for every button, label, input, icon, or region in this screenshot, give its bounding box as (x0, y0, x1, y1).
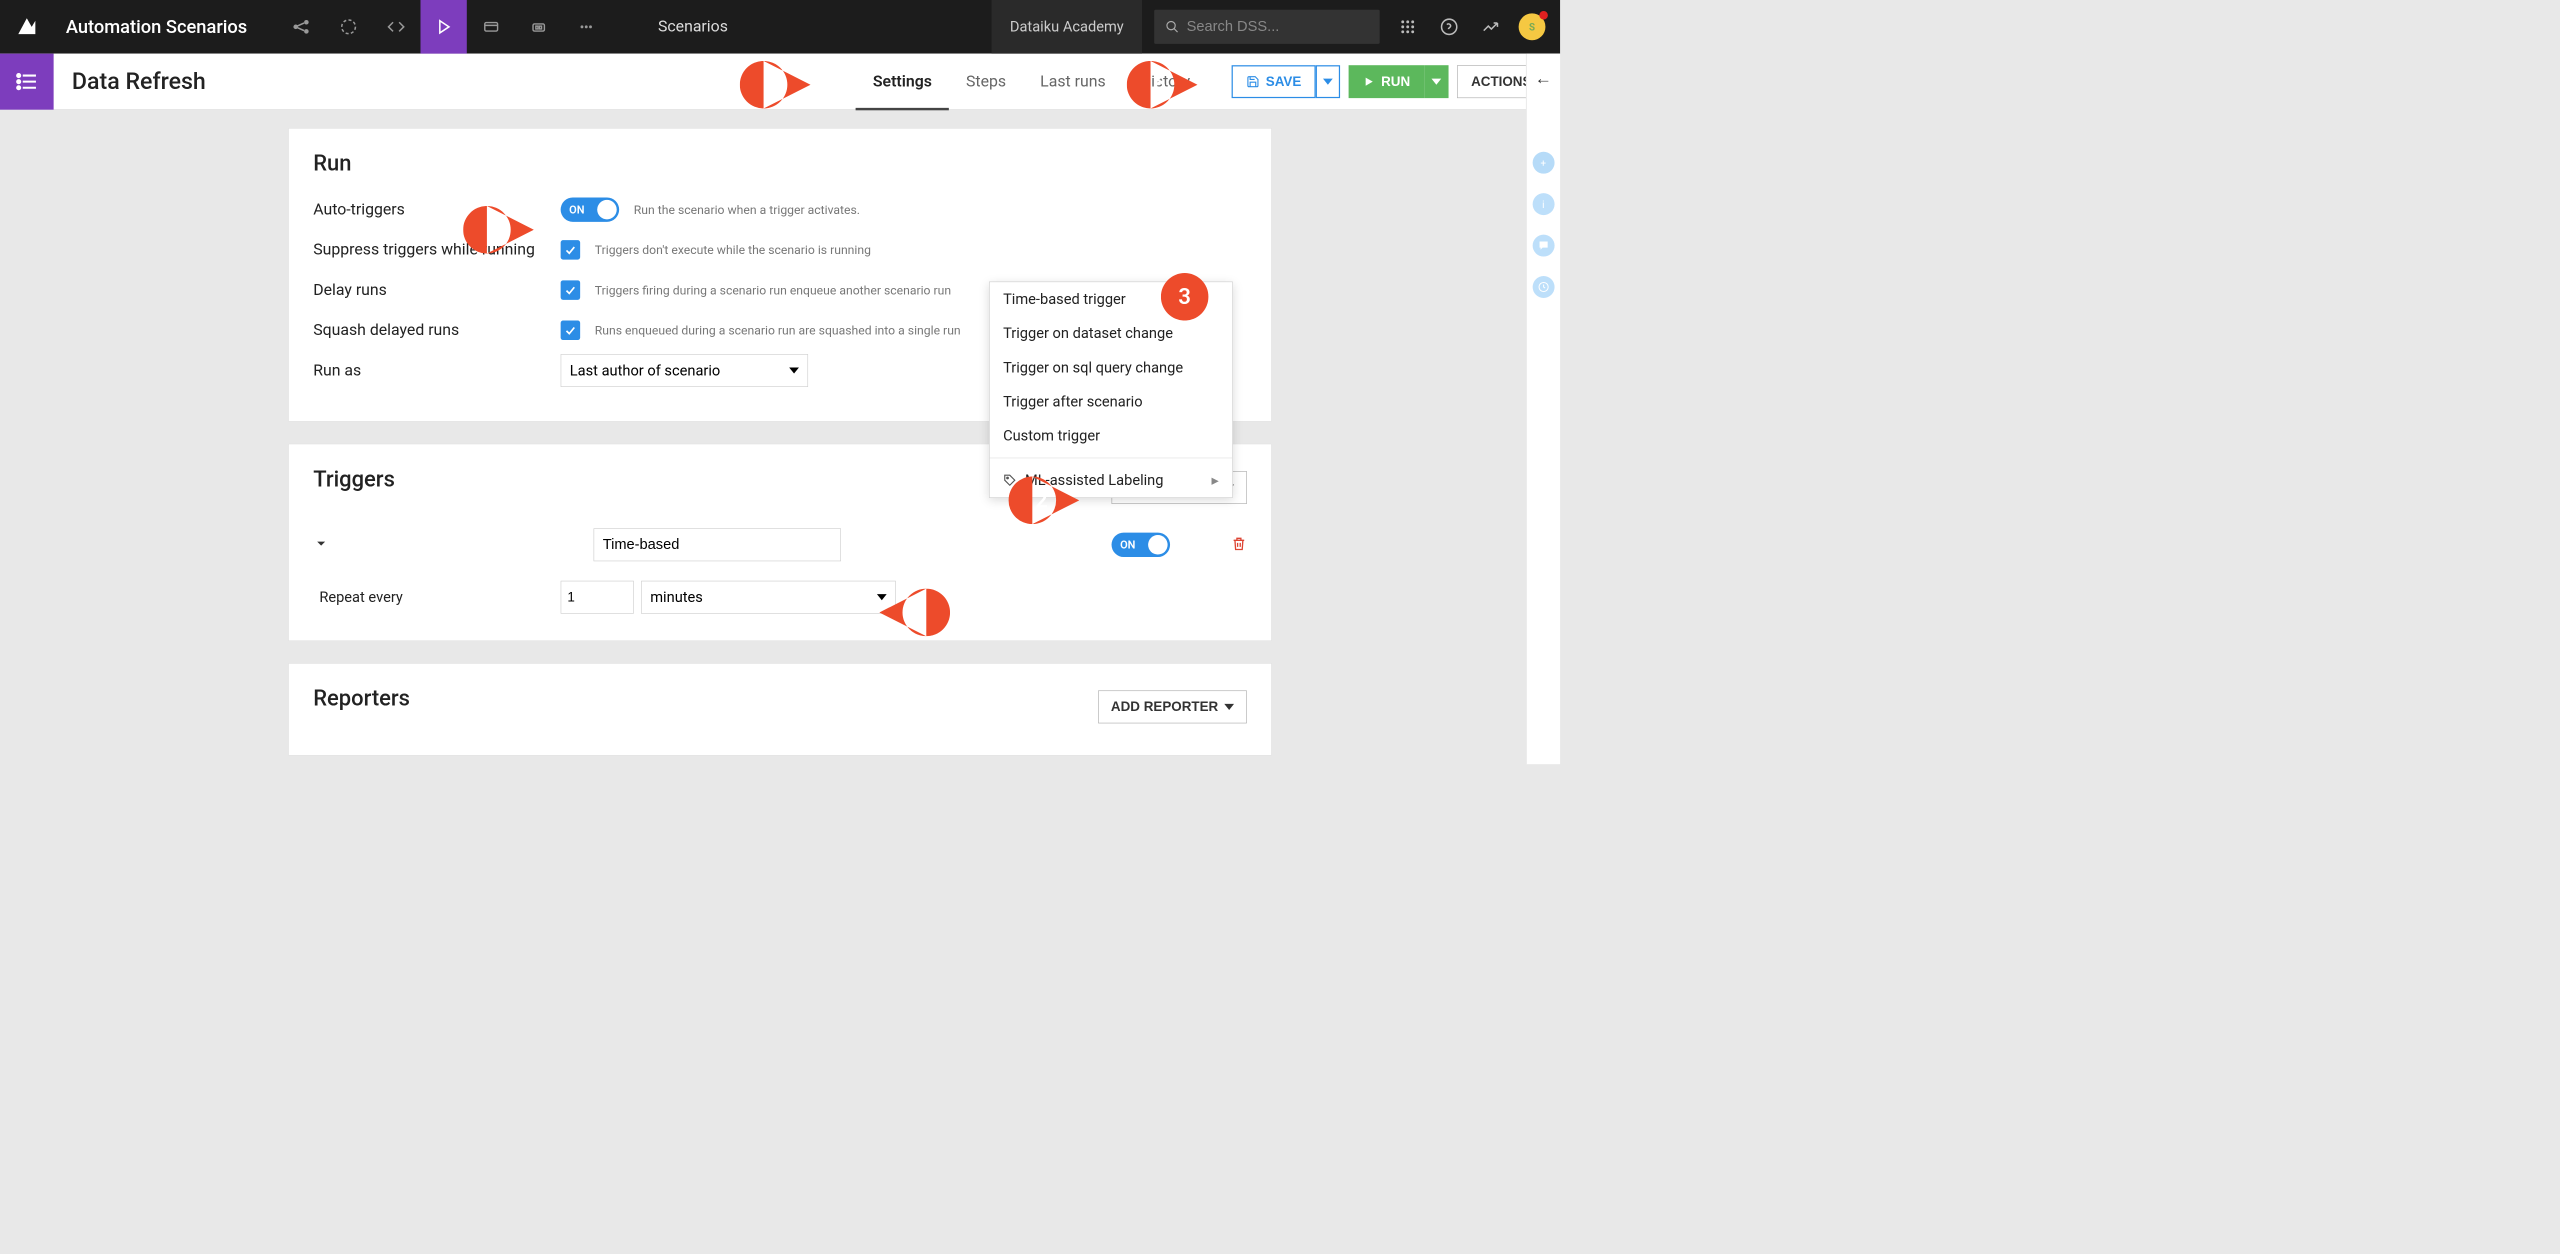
chevron-down-icon[interactable] (313, 536, 337, 554)
repeat-value-input[interactable] (561, 581, 634, 614)
menu-item-custom[interactable]: Custom trigger (990, 419, 1233, 453)
annotation-badge-1: 1 (740, 61, 811, 109)
annotation-badge-3: 3 (1161, 273, 1209, 321)
delay-hint: Triggers firing during a scenario run en… (595, 283, 951, 298)
project-title[interactable]: Automation Scenarios (54, 16, 260, 37)
save-dropdown[interactable] (1316, 65, 1340, 98)
annotation-badge-2: 2 (1009, 477, 1080, 525)
add-reporter-button[interactable]: ADD REPORTER (1098, 690, 1247, 723)
scenario-title: Data Refresh (54, 68, 206, 95)
info-icon[interactable]: i (1532, 193, 1554, 215)
suppress-hint: Triggers don't execute while the scenari… (595, 243, 871, 258)
apps-icon[interactable] (1394, 13, 1421, 40)
play-icon (1363, 75, 1375, 87)
chevron-right-icon: ▸ (1211, 472, 1218, 489)
menu-item-after-scenario[interactable]: Trigger after scenario (990, 385, 1233, 419)
save-icon (1246, 75, 1259, 88)
search-box[interactable] (1154, 10, 1379, 44)
caret-down-icon (1224, 704, 1234, 710)
delay-label: Delay runs (313, 281, 560, 299)
run-heading: Run (313, 151, 1247, 177)
flow-icon[interactable] (278, 0, 324, 54)
caret-down-icon (789, 367, 799, 373)
reporters-panel: Reporters ADD REPORTER (288, 663, 1272, 756)
squash-hint: Runs enqueued during a scenario run are … (595, 323, 961, 338)
triggers-heading: Triggers (313, 466, 395, 492)
squash-label: Squash delayed runs (313, 321, 560, 339)
trigger-row: ON (313, 523, 1247, 566)
run-as-label: Run as (313, 361, 560, 379)
caret-down-icon (1323, 78, 1333, 84)
right-rail: ← + i (1526, 54, 1560, 765)
search-input[interactable] (1187, 18, 1369, 35)
add-icon[interactable]: + (1532, 152, 1554, 174)
suppress-checkbox[interactable] (561, 240, 581, 260)
caret-down-icon (1431, 78, 1441, 84)
repeat-label: Repeat every (319, 589, 560, 606)
repeat-unit-select[interactable]: minutes (641, 581, 896, 614)
trigger-name-input[interactable] (594, 528, 841, 561)
dashboard-icon[interactable] (468, 0, 514, 54)
code-icon[interactable] (373, 0, 419, 54)
academy-label[interactable]: Dataiku Academy (992, 0, 1142, 54)
chat-icon[interactable] (1532, 235, 1554, 257)
save-button[interactable]: SAVE (1232, 65, 1316, 98)
run-dropdown[interactable] (1424, 65, 1448, 98)
clock-icon[interactable] (1532, 276, 1554, 298)
run-button[interactable]: RUN (1349, 65, 1424, 98)
ellipsis-icon[interactable] (563, 0, 609, 54)
tab-settings[interactable]: Settings (856, 53, 949, 109)
scenarios-icon[interactable] (420, 0, 466, 54)
annotation-badge-6: 6 (1127, 61, 1198, 109)
auto-triggers-hint: Run the scenario when a trigger activate… (634, 202, 860, 217)
scenarios-list-button[interactable] (0, 53, 54, 109)
menu-item-sql-change[interactable]: Trigger on sql query change (990, 350, 1233, 384)
recipe-icon[interactable] (325, 0, 371, 54)
trigger-toggle[interactable]: ON (1112, 533, 1171, 557)
avatar[interactable]: S (1519, 13, 1546, 40)
more-icon[interactable] (515, 0, 561, 54)
annotation-badge-4: 4 (879, 589, 950, 637)
reporters-heading: Reporters (313, 686, 410, 712)
avatar-letter: S (1529, 21, 1535, 33)
auto-triggers-toggle[interactable]: ON (561, 197, 620, 221)
run-as-select[interactable]: Last author of scenario (561, 354, 808, 387)
search-icon (1165, 19, 1179, 35)
dataiku-logo-icon[interactable] (0, 15, 54, 39)
delay-checkbox[interactable] (561, 280, 581, 300)
annotation-badge-5: 5 (463, 206, 534, 254)
help-icon[interactable] (1436, 13, 1463, 40)
activity-icon[interactable] (1477, 13, 1504, 40)
tab-last-runs[interactable]: Last runs (1023, 53, 1123, 109)
squash-checkbox[interactable] (561, 321, 581, 341)
trash-icon[interactable] (1231, 536, 1247, 554)
menu-separator (990, 458, 1233, 459)
breadcrumb[interactable]: Scenarios (658, 18, 728, 36)
arrow-back-icon[interactable]: ← (1535, 68, 1552, 88)
tab-steps[interactable]: Steps (949, 53, 1023, 109)
menu-item-dataset-change[interactable]: Trigger on dataset change (990, 316, 1233, 350)
top-bar: Automation Scenarios Scenarios Dataiku A… (0, 0, 1560, 54)
